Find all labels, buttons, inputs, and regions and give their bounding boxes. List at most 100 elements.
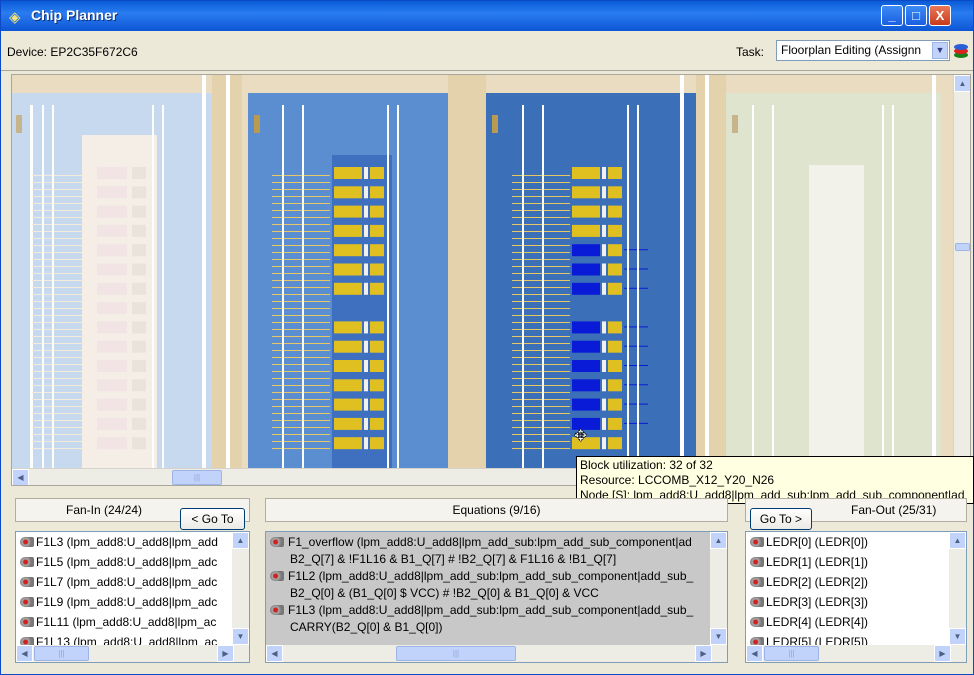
equation-line[interactable]: B2_Q[0] & (B1_Q[0] $ VCC) # !B2_Q[0] & B… [266, 585, 727, 602]
equations-list[interactable]: F1_overflow (lpm_add8:U_add8|lpm_add_sub… [265, 531, 728, 663]
equations-horizontal-scrollbar[interactable]: ◀ ||| ▶ [266, 645, 712, 662]
fanout-list[interactable]: LEDR[0] (LEDR[0]) LEDR[1] (LEDR[1]) LEDR[2… [745, 531, 967, 663]
lab-cell[interactable] [608, 263, 622, 276]
fanout-item[interactable]: LEDR[3] (LEDR[3]) [746, 592, 966, 612]
lab-cell[interactable] [572, 224, 600, 237]
lab-cell[interactable] [608, 417, 622, 430]
chevron-down-icon[interactable]: ▼ [932, 42, 948, 59]
lab-cell[interactable] [370, 263, 384, 276]
fanout-item[interactable]: LEDR[1] (LEDR[1]) [746, 552, 966, 572]
scroll-down-icon[interactable]: ▼ [232, 628, 249, 645]
selected-lab-cell[interactable] [572, 244, 600, 257]
fanout-horizontal-scrollbar[interactable]: ◀ ||| ▶ [746, 645, 951, 662]
lab-cell[interactable] [608, 186, 622, 199]
lab-cell[interactable] [608, 379, 622, 392]
lab-cell[interactable] [370, 379, 384, 392]
lab-cell[interactable] [608, 282, 622, 295]
scroll-left-icon[interactable]: ◀ [746, 645, 763, 662]
lab-cell[interactable] [334, 398, 362, 411]
lab-cell[interactable] [572, 205, 600, 218]
scroll-left-icon[interactable]: ◀ [12, 469, 29, 485]
equations-scroll-thumb[interactable]: ||| [396, 646, 516, 661]
lab-cell[interactable] [334, 186, 362, 199]
selected-lab-cell[interactable] [572, 360, 600, 372]
layers-icon[interactable] [953, 43, 969, 59]
lab-cell[interactable] [370, 437, 384, 450]
task-select[interactable]: Floorplan Editing (Assignn ▼ [776, 40, 950, 61]
scroll-up-icon[interactable]: ▲ [710, 532, 727, 549]
equation-line[interactable]: F1L3 (lpm_add8:U_add8|lpm_add_sub:lpm_ad… [266, 602, 727, 619]
selected-lab-cell[interactable] [572, 263, 600, 276]
lab-cell[interactable] [608, 398, 622, 411]
lab-cell[interactable] [334, 340, 362, 353]
scroll-right-icon[interactable]: ▶ [695, 645, 712, 662]
floorplan-canvas[interactable]: ✥ ▲ ◀ ||| [11, 74, 971, 486]
lab-cell[interactable] [572, 186, 600, 199]
lab-cell[interactable] [334, 244, 362, 257]
lab-cell[interactable] [370, 417, 384, 430]
equation-line[interactable]: B2_Q[7] & !F1L16 & B1_Q[7] # !B2_Q[7] & … [266, 551, 727, 568]
scroll-down-icon[interactable]: ▼ [710, 628, 727, 645]
lab-cell[interactable] [334, 360, 362, 372]
scroll-left-icon[interactable]: ◀ [16, 645, 33, 662]
fanout-scroll-thumb[interactable]: ||| [764, 646, 819, 661]
lab-cell[interactable] [608, 224, 622, 237]
lab-cell[interactable] [608, 167, 622, 179]
lab-cell[interactable] [370, 244, 384, 257]
selected-lab-cell[interactable] [572, 379, 600, 392]
lab-cell[interactable] [608, 244, 622, 257]
lab-cell[interactable] [334, 417, 362, 430]
lab-cell[interactable] [370, 340, 384, 353]
lab-cell[interactable] [608, 437, 622, 450]
fanin-item[interactable]: F1L7 (lpm_add8:U_add8|lpm_adc [16, 572, 249, 592]
lab-cell[interactable] [334, 282, 362, 295]
lab-cell[interactable] [370, 398, 384, 411]
scroll-right-icon[interactable]: ▶ [217, 645, 234, 662]
fanin-item[interactable]: F1L5 (lpm_add8:U_add8|lpm_adc [16, 552, 249, 572]
equation-line[interactable]: F1_overflow (lpm_add8:U_add8|lpm_add_sub… [266, 534, 727, 551]
lab-cell[interactable] [334, 224, 362, 237]
equation-line[interactable]: F1L2 (lpm_add8:U_add8|lpm_add_sub:lpm_ad… [266, 568, 727, 585]
scroll-left-icon[interactable]: ◀ [266, 645, 283, 662]
minimize-button[interactable]: _ [881, 5, 903, 26]
scroll-up-icon[interactable]: ▲ [949, 532, 966, 549]
fanout-item[interactable]: LEDR[4] (LEDR[4]) [746, 612, 966, 632]
fanout-item[interactable]: LEDR[0] (LEDR[0]) [746, 532, 966, 552]
maximize-button[interactable]: □ [905, 5, 927, 26]
fanin-list[interactable]: F1L3 (lpm_add8:U_add8|lpm_add F1L5 (lpm_a… [15, 531, 250, 663]
fanin-item[interactable]: F1L3 (lpm_add8:U_add8|lpm_add [16, 532, 249, 552]
lab-cell[interactable] [608, 360, 622, 372]
floorplan-view[interactable]: ✥ [12, 75, 955, 470]
fanout-vertical-scrollbar[interactable]: ▲ ▼ [949, 532, 966, 662]
fanin-vertical-scrollbar[interactable]: ▲ ▼ [232, 532, 249, 662]
fanin-scroll-thumb[interactable]: ||| [34, 646, 89, 661]
selected-lab-cell[interactable] [572, 398, 600, 411]
lab-cell[interactable] [370, 360, 384, 372]
lab-cell[interactable] [572, 167, 600, 179]
lab-cell[interactable] [334, 379, 362, 392]
lab-cell[interactable] [370, 167, 384, 179]
selected-lab-cell[interactable] [572, 282, 600, 295]
scroll-up-icon[interactable]: ▲ [954, 75, 970, 92]
lab-cell[interactable] [370, 321, 384, 334]
close-button[interactable]: X [929, 5, 951, 26]
lab-cell[interactable] [370, 224, 384, 237]
lab-cell[interactable] [608, 205, 622, 218]
scroll-up-icon[interactable]: ▲ [232, 532, 249, 549]
lab-cell[interactable] [608, 340, 622, 353]
scroll-right-icon[interactable]: ▶ [934, 645, 951, 662]
lab-cell[interactable] [334, 437, 362, 450]
equation-line[interactable]: CARRY(B2_Q[0] & B1_Q[0]) [266, 619, 727, 636]
lab-cell[interactable] [334, 205, 362, 218]
fanin-horizontal-scrollbar[interactable]: ◀ ||| ▶ [16, 645, 234, 662]
lab-cell[interactable] [370, 205, 384, 218]
fanin-item[interactable]: F1L9 (lpm_add8:U_add8|lpm_adc [16, 592, 249, 612]
lab-cell[interactable] [370, 282, 384, 295]
fanout-goto-button[interactable]: Go To > [750, 508, 812, 530]
lab-cell[interactable] [334, 321, 362, 334]
scroll-down-icon[interactable]: ▼ [949, 628, 966, 645]
lab-cell[interactable] [608, 321, 622, 334]
vertical-scroll-thumb[interactable] [955, 243, 970, 251]
selected-lab-cell[interactable] [572, 340, 600, 353]
fanin-item[interactable]: F1L11 (lpm_add8:U_add8|lpm_ac [16, 612, 249, 632]
